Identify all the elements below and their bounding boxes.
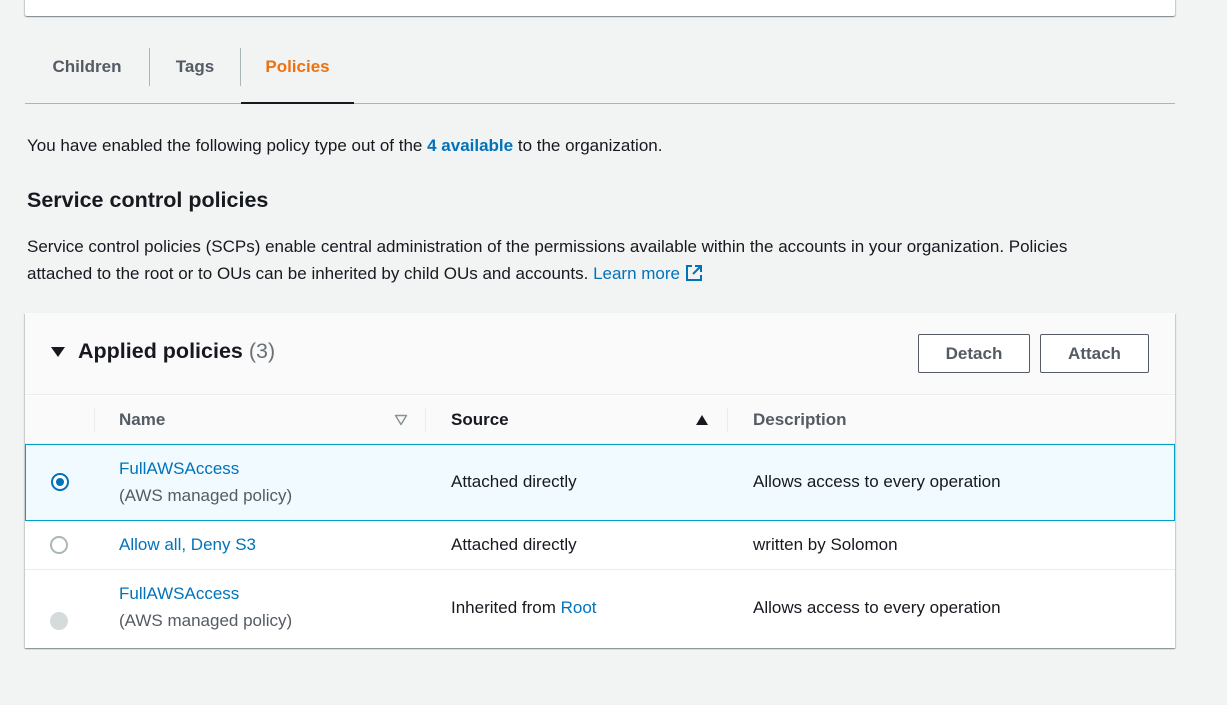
policy-type-intro: You have enabled the following policy ty…: [27, 136, 662, 156]
column-divider: [727, 408, 728, 432]
source-text: Inherited from: [451, 598, 561, 617]
root-link[interactable]: Root: [561, 598, 597, 617]
caret-down-icon[interactable]: [51, 347, 65, 357]
learn-more-link[interactable]: Learn more: [593, 264, 703, 283]
policy-count: (3): [248, 339, 276, 363]
detach-button[interactable]: Detach: [918, 334, 1030, 373]
policy-name-link[interactable]: FullAWSAccess: [119, 459, 239, 478]
column-header-description[interactable]: Description: [753, 396, 847, 444]
policy-source-cell: Attached directly: [451, 472, 577, 491]
column-divider: [425, 408, 426, 432]
intro-text-after: to the organization.: [513, 136, 663, 155]
description-text: Service control policies (SCPs) enable c…: [27, 237, 1068, 283]
section-title: Service control policies: [27, 188, 269, 212]
sort-ascending-icon[interactable]: [695, 414, 709, 426]
attach-button[interactable]: Attach: [1040, 334, 1149, 373]
policy-description-cell: written by Solomon: [753, 535, 898, 554]
column-header-name[interactable]: Name: [119, 396, 165, 444]
intro-text-before: You have enabled the following policy ty…: [27, 136, 428, 155]
learn-more-label: Learn more: [593, 264, 680, 283]
sort-neutral-icon[interactable]: [394, 414, 408, 426]
policy-type-label: (AWS managed policy): [119, 611, 293, 630]
panel-title: Applied policies (3): [78, 339, 275, 364]
column-divider: [94, 408, 95, 432]
section-description: Service control policies (SCPs) enable c…: [27, 233, 1137, 287]
policy-name-cell: FullAWSAccess (AWS managed policy): [119, 455, 292, 509]
policy-name-link[interactable]: Allow all, Deny S3: [119, 535, 256, 554]
policy-source-cell: Inherited from Root: [451, 594, 597, 621]
policy-description-cell: Allows access to every operation: [753, 472, 1001, 491]
table-row[interactable]: FullAWSAccess (AWS managed policy) Attac…: [25, 444, 1175, 521]
policy-description-cell: Allows access to every operation: [753, 598, 1001, 617]
external-link-icon: [686, 265, 702, 281]
policy-name-cell: Allow all, Deny S3: [119, 531, 256, 558]
tab-children[interactable]: Children: [25, 30, 149, 103]
tab-bar: Children Tags Policies: [25, 30, 1175, 104]
policy-name-link[interactable]: FullAWSAccess: [119, 584, 239, 603]
row-select-radio[interactable]: [50, 536, 68, 554]
policy-type-label: (AWS managed policy): [119, 486, 293, 505]
available-policy-types-link[interactable]: 4 available: [427, 136, 513, 155]
table-row: FullAWSAccess (AWS managed policy) Inher…: [25, 570, 1175, 648]
policy-name-cell: FullAWSAccess (AWS managed policy): [119, 580, 292, 634]
policy-source-cell: Attached directly: [451, 535, 577, 554]
table-row[interactable]: Allow all, Deny S3 Attached directly wri…: [25, 521, 1175, 570]
panel-header: Applied policies (3) Detach Attach: [25, 313, 1175, 395]
row-select-radio[interactable]: [51, 473, 69, 491]
tab-tags[interactable]: Tags: [150, 30, 240, 103]
table-header: Name Source Description: [25, 396, 1175, 444]
previous-card: [25, 0, 1175, 16]
tab-policies[interactable]: Policies: [241, 30, 354, 104]
panel-title-text: Applied policies: [78, 339, 243, 363]
column-header-source[interactable]: Source: [451, 396, 509, 444]
row-select-radio-disabled: [50, 612, 68, 630]
applied-policies-panel: Applied policies (3) Detach Attach Name …: [25, 313, 1175, 648]
